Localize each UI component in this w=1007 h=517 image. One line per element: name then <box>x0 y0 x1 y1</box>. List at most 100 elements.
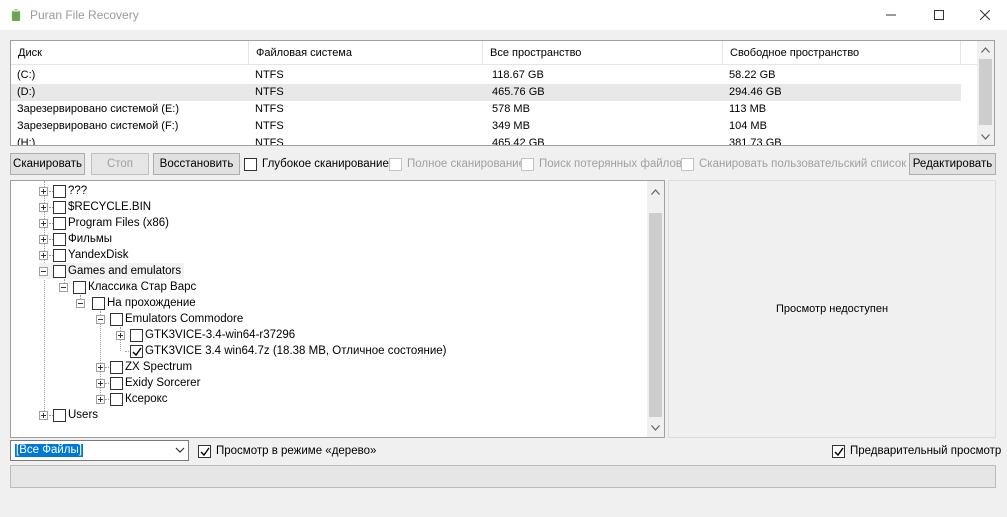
close-button[interactable] <box>962 0 1007 30</box>
tree-checkbox[interactable] <box>110 312 123 326</box>
scroll-down-icon[interactable] <box>981 132 990 141</box>
tree-node[interactable]: Классика Стар Варс <box>59 279 196 295</box>
tree-checkbox[interactable] <box>92 296 105 310</box>
drive-free: 104 MB <box>729 120 767 132</box>
expand-icon[interactable] <box>116 331 125 340</box>
collapse-icon[interactable] <box>96 315 105 324</box>
tree-node[interactable]: Users <box>39 407 98 423</box>
tree-checkbox[interactable] <box>110 392 123 406</box>
checkbox-box[interactable] <box>244 157 257 171</box>
tree-node[interactable]: YandexDisk <box>39 247 129 263</box>
scan-button[interactable]: Сканировать <box>10 153 85 175</box>
minimize-button[interactable] <box>868 0 914 30</box>
drive-row[interactable]: Зарезервировано системой (E:) NTFS 578 M… <box>11 101 961 118</box>
drive-row[interactable]: (H:) NTFS 465.42 GB 381.73 GB <box>11 135 961 146</box>
expand-icon[interactable] <box>39 411 48 420</box>
tree-node-label: Users <box>68 409 99 421</box>
tree-scrollbar[interactable] <box>647 181 664 437</box>
file-tree[interactable]: ??? $RECYCLE.BIN Program Files (x86) Фил… <box>10 180 665 438</box>
tree-checkbox[interactable] <box>53 264 66 278</box>
expand-icon[interactable] <box>39 187 48 196</box>
tree-checkbox[interactable] <box>53 232 66 246</box>
tree-node[interactable]: $RECYCLE.BIN <box>39 199 151 215</box>
checkmark-icon <box>834 447 844 456</box>
tree-node[interactable]: Games and emulators <box>39 263 185 279</box>
scroll-thumb[interactable] <box>979 59 992 125</box>
deep-scan-checkbox[interactable]: Глубокое сканирование <box>244 156 389 172</box>
drive-list[interactable]: Диск Файловая система Все пространство С… <box>10 40 995 146</box>
tree-node-label: Program Files (x86) <box>68 217 169 229</box>
expand-icon[interactable] <box>39 235 48 244</box>
drive-name: (C:) <box>17 69 36 81</box>
scroll-thumb[interactable] <box>649 213 662 417</box>
tree-node-label: YandexDisk <box>68 249 129 261</box>
title-bar: Puran File Recovery <box>0 0 1007 30</box>
tree-node[interactable]: GTK3VICE 3.4 win64.7z (18.38 MB, Отлично… <box>116 343 447 359</box>
column-filesystem[interactable]: Файловая система <box>249 41 483 65</box>
tree-checkbox[interactable] <box>53 200 66 214</box>
tree-node[interactable]: На прохождение <box>76 295 196 311</box>
drive-free: 58.22 GB <box>729 69 776 81</box>
column-disk[interactable]: Диск <box>11 41 249 65</box>
tree-node-label: ZX Spectrum <box>125 361 193 373</box>
checkbox-box-checked[interactable] <box>832 444 845 458</box>
collapse-icon[interactable] <box>39 267 48 276</box>
full-scan-checkbox[interactable]: Полное сканирование <box>389 156 525 172</box>
drive-free: 381.73 GB <box>729 137 782 146</box>
checkbox-box[interactable] <box>389 157 402 171</box>
tree-checkbox[interactable] <box>130 328 143 342</box>
tree-checkbox[interactable] <box>53 184 66 198</box>
tree-checkbox[interactable] <box>53 216 66 230</box>
tree-node[interactable]: Program Files (x86) <box>39 215 169 231</box>
column-free-space[interactable]: Свободное пространство <box>723 41 961 65</box>
tree-node[interactable]: Фильмы <box>39 231 112 247</box>
checkbox-box[interactable] <box>521 157 534 171</box>
lost-files-checkbox[interactable]: Поиск потерянных файлов <box>521 156 682 172</box>
tree-checkbox[interactable] <box>110 376 123 390</box>
tree-node[interactable]: GTK3VICE-3.4-win64-r37296 <box>116 327 295 343</box>
tree-checkbox[interactable] <box>73 280 86 294</box>
expand-icon[interactable] <box>96 379 105 388</box>
tree-checkbox[interactable] <box>53 248 66 262</box>
tree-checkbox[interactable] <box>110 360 123 374</box>
preview-checkbox[interactable]: Предварительный просмотр <box>832 443 1001 459</box>
drive-list-scrollbar[interactable] <box>977 41 994 145</box>
checkbox-box[interactable] <box>681 157 694 171</box>
scroll-up-icon[interactable] <box>981 45 990 54</box>
drive-row[interactable]: (C:) NTFS 118.67 GB 58.22 GB <box>11 67 961 84</box>
chevron-down-icon[interactable] <box>175 446 185 454</box>
drive-name: Зарезервировано системой (F:) <box>17 120 179 132</box>
collapse-icon[interactable] <box>76 299 85 308</box>
custom-list-checkbox[interactable]: Сканировать пользовательский список <box>681 156 906 172</box>
drive-name: (D:) <box>17 86 36 98</box>
tree-node[interactable]: ??? <box>39 183 87 199</box>
preview-panel: Просмотр недоступен <box>668 180 996 438</box>
expand-icon[interactable] <box>96 395 105 404</box>
tree-node[interactable]: Emulators Commodore <box>96 311 243 327</box>
expand-icon[interactable] <box>39 203 48 212</box>
maximize-icon <box>934 10 944 20</box>
scroll-down-icon[interactable] <box>651 423 660 432</box>
scroll-up-icon[interactable] <box>651 187 660 196</box>
file-filter-dropdown[interactable]: [Все Файлы] <box>10 440 189 461</box>
drive-row[interactable]: (D:) NTFS 465.76 GB 294.46 GB <box>11 84 961 101</box>
expand-icon[interactable] <box>39 219 48 228</box>
expand-icon[interactable] <box>39 251 48 260</box>
tree-node[interactable]: ZX Spectrum <box>96 359 192 375</box>
checkbox-box-checked[interactable] <box>198 444 211 458</box>
drive-row[interactable]: Зарезервировано системой (F:) NTFS 349 M… <box>11 118 961 135</box>
tree-node[interactable]: Exidy Sorcerer <box>96 375 200 391</box>
expand-icon[interactable] <box>96 363 105 372</box>
column-total-space[interactable]: Все пространство <box>483 41 723 65</box>
tree-checkbox[interactable] <box>53 408 66 422</box>
app-icon <box>12 9 20 21</box>
restore-button[interactable]: Восстановить <box>153 153 240 175</box>
tree-checkbox-checked[interactable] <box>130 344 143 358</box>
tree-view-checkbox[interactable]: Просмотр в режиме «дерево» <box>198 443 376 459</box>
collapse-icon[interactable] <box>59 283 68 292</box>
drive-fs: NTFS <box>255 137 284 146</box>
maximize-button[interactable] <box>916 0 962 30</box>
stop-button[interactable]: Стоп <box>91 153 149 175</box>
edit-button[interactable]: Редактировать <box>909 153 996 175</box>
tree-node[interactable]: Ксерокс <box>96 391 168 407</box>
